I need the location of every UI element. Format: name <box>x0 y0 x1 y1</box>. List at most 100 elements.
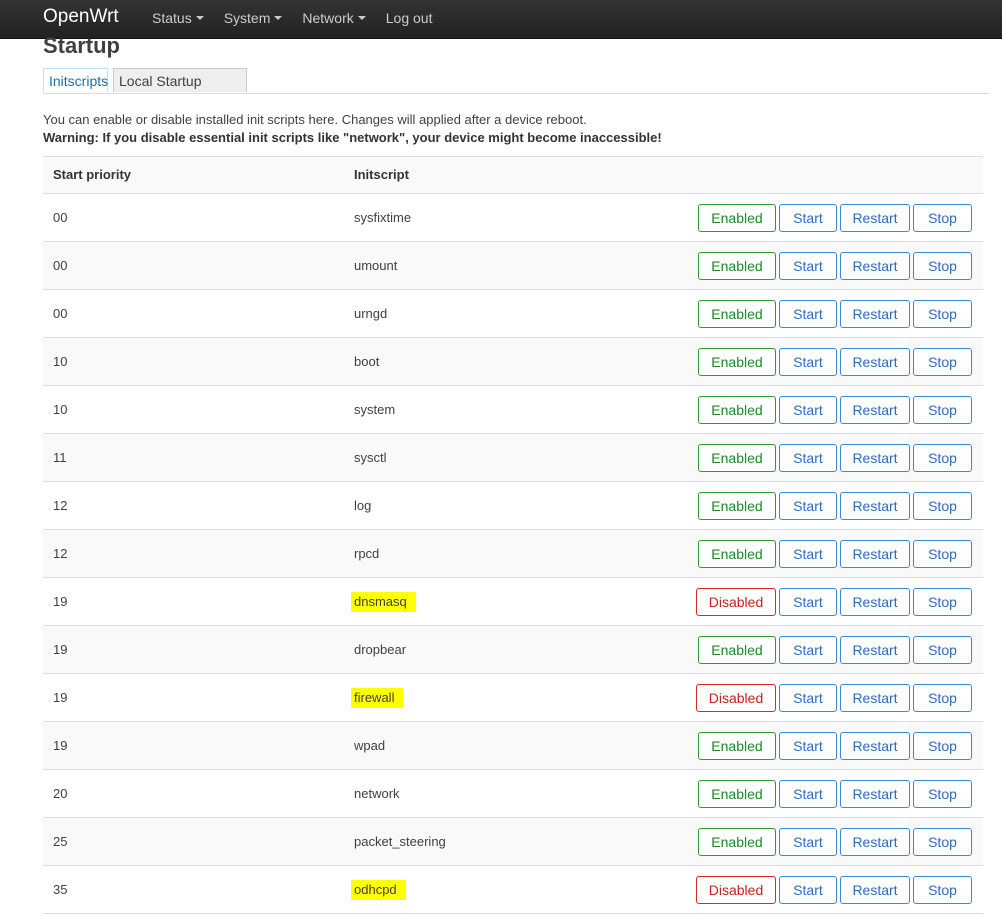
row-actions: Disabled Start Restart Stop <box>696 876 972 904</box>
start-priority-cell: 10 <box>53 354 68 369</box>
start-button[interactable]: Start <box>779 348 837 376</box>
stop-button[interactable]: Stop <box>913 588 972 616</box>
row-actions: Enabled Start Restart Stop <box>698 348 972 376</box>
stop-button[interactable]: Stop <box>913 252 972 280</box>
start-button[interactable]: Start <box>779 252 837 280</box>
start-button[interactable]: Start <box>779 588 837 616</box>
row-actions: Enabled Start Restart Stop <box>698 252 972 280</box>
restart-button[interactable]: Restart <box>840 732 910 760</box>
stop-button[interactable]: Stop <box>913 348 972 376</box>
start-priority-cell: 12 <box>53 546 68 561</box>
restart-button[interactable]: Restart <box>840 204 910 232</box>
restart-button[interactable]: Restart <box>840 540 910 568</box>
restart-button[interactable]: Restart <box>840 828 910 856</box>
page-description: You can enable or disable installed init… <box>43 111 662 147</box>
initscript-name: sysfixtime <box>354 210 412 225</box>
enabled-toggle-button[interactable]: Enabled <box>698 300 776 328</box>
menu-system[interactable]: System <box>224 10 283 26</box>
tab-initscripts[interactable]: Initscripts <box>43 68 108 93</box>
row-actions: Enabled Start Restart Stop <box>698 204 972 232</box>
restart-button[interactable]: Restart <box>840 300 910 328</box>
restart-button[interactable]: Restart <box>840 492 910 520</box>
initscript-name-cell: odhcpd <box>351 880 406 900</box>
restart-button[interactable]: Restart <box>840 348 910 376</box>
stop-button[interactable]: Stop <box>913 396 972 424</box>
stop-button[interactable]: Stop <box>913 684 972 712</box>
restart-button[interactable]: Restart <box>840 684 910 712</box>
start-button[interactable]: Start <box>779 300 837 328</box>
enabled-toggle-button[interactable]: Enabled <box>698 444 776 472</box>
initscript-name-cell: rpcd <box>354 546 379 561</box>
restart-button[interactable]: Restart <box>840 876 910 904</box>
stop-button[interactable]: Stop <box>913 876 972 904</box>
restart-button[interactable]: Restart <box>840 780 910 808</box>
caret-down-icon <box>274 16 283 20</box>
row-actions: Enabled Start Restart Stop <box>698 636 972 664</box>
start-button[interactable]: Start <box>779 444 837 472</box>
initscript-name: network <box>354 786 400 801</box>
disabled-toggle-button[interactable]: Disabled <box>696 684 776 712</box>
initscript-name-cell: dnsmasq <box>351 592 416 612</box>
stop-button[interactable]: Stop <box>913 204 972 232</box>
stop-button[interactable]: Stop <box>913 780 972 808</box>
start-button[interactable]: Start <box>779 540 837 568</box>
stop-button[interactable]: Stop <box>913 828 972 856</box>
stop-button[interactable]: Stop <box>913 492 972 520</box>
stop-button[interactable]: Stop <box>913 732 972 760</box>
enabled-toggle-button[interactable]: Enabled <box>698 348 776 376</box>
menu-system-label: System <box>223 10 271 26</box>
restart-button[interactable]: Restart <box>840 252 910 280</box>
menu-logout-label: Log out <box>385 10 433 26</box>
tab-local-startup[interactable]: Local Startup <box>113 68 247 92</box>
start-button[interactable]: Start <box>779 492 837 520</box>
enabled-toggle-button[interactable]: Enabled <box>698 396 776 424</box>
restart-button[interactable]: Restart <box>840 636 910 664</box>
enabled-toggle-button[interactable]: Enabled <box>698 732 776 760</box>
disabled-toggle-button[interactable]: Disabled <box>696 588 776 616</box>
row-actions: Enabled Start Restart Stop <box>698 828 972 856</box>
initscript-name-cell: system <box>354 402 395 417</box>
row-actions: Enabled Start Restart Stop <box>698 540 972 568</box>
stop-button[interactable]: Stop <box>913 444 972 472</box>
initscript-name: log <box>354 498 372 513</box>
restart-button[interactable]: Restart <box>840 444 910 472</box>
enabled-toggle-button[interactable]: Enabled <box>698 828 776 856</box>
start-button[interactable]: Start <box>779 204 837 232</box>
brand-logo[interactable]: OpenWrt <box>43 6 119 28</box>
header-initscript: Initscript <box>354 167 409 182</box>
main-menu: Status System Network Log out <box>152 10 452 26</box>
start-button[interactable]: Start <box>779 684 837 712</box>
enabled-toggle-button[interactable]: Enabled <box>698 540 776 568</box>
start-button[interactable]: Start <box>779 828 837 856</box>
tab-bar: Initscripts Local Startup <box>43 68 989 94</box>
start-button[interactable]: Start <box>779 396 837 424</box>
stop-button[interactable]: Stop <box>913 636 972 664</box>
start-button[interactable]: Start <box>779 732 837 760</box>
initscript-name: rpcd <box>354 546 380 561</box>
table-row: 19 dropbear Enabled Start Restart Stop <box>43 625 983 673</box>
initscript-name-cell: wpad <box>354 738 385 753</box>
start-priority-cell: 19 <box>53 738 68 753</box>
restart-button[interactable]: Restart <box>840 588 910 616</box>
restart-button[interactable]: Restart <box>840 396 910 424</box>
enabled-toggle-button[interactable]: Enabled <box>698 636 776 664</box>
stop-button[interactable]: Stop <box>913 300 972 328</box>
start-button[interactable]: Start <box>779 636 837 664</box>
start-priority-cell: 19 <box>53 642 68 657</box>
initscript-name-cell: dropbear <box>354 642 406 657</box>
disabled-toggle-button[interactable]: Disabled <box>696 876 776 904</box>
start-button[interactable]: Start <box>779 876 837 904</box>
row-actions: Enabled Start Restart Stop <box>698 780 972 808</box>
enabled-toggle-button[interactable]: Enabled <box>698 204 776 232</box>
enabled-toggle-button[interactable]: Enabled <box>698 492 776 520</box>
menu-network[interactable]: Network <box>302 10 366 26</box>
menu-status[interactable]: Status <box>152 10 204 26</box>
enabled-toggle-button[interactable]: Enabled <box>698 252 776 280</box>
menu-network-label: Network <box>302 10 354 26</box>
enabled-toggle-button[interactable]: Enabled <box>698 780 776 808</box>
initscripts-table: Start priority Initscript 00 sysfixtime En… <box>43 156 983 914</box>
menu-logout[interactable]: Log out <box>386 10 433 26</box>
stop-button[interactable]: Stop <box>913 540 972 568</box>
table-row: 10 boot Enabled Start Restart Stop <box>43 337 983 385</box>
start-button[interactable]: Start <box>779 780 837 808</box>
